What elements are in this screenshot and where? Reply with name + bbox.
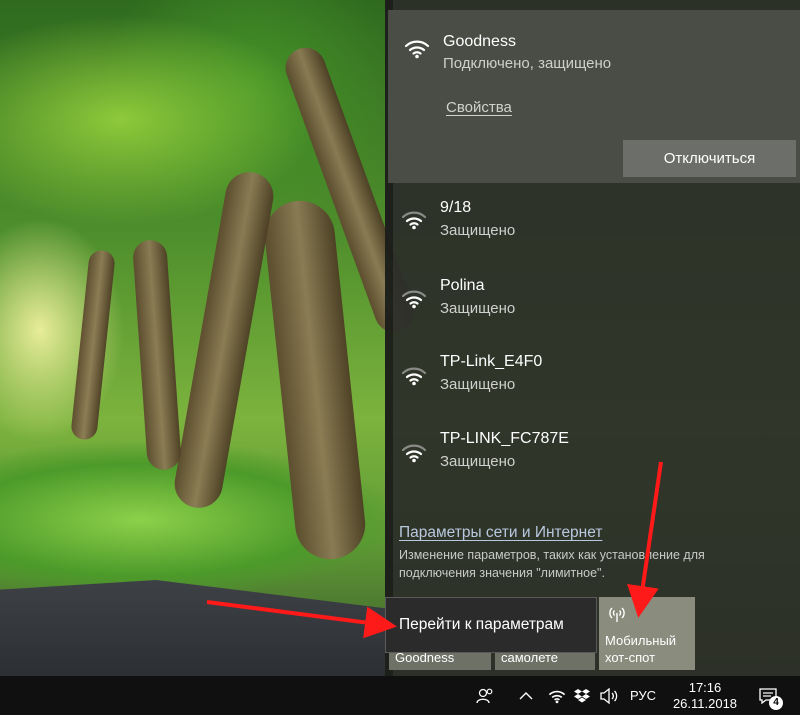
network-status: Защищено	[440, 453, 516, 470]
people-icon[interactable]	[472, 676, 498, 715]
wifi-icon[interactable]	[547, 676, 567, 715]
network-settings-description: Изменение параметров, таких как установл…	[399, 548, 705, 580]
notification-count-badge: 4	[769, 696, 783, 710]
network-properties-link[interactable]: Свойства	[446, 99, 512, 116]
tile-label: Мобильный хот-спот	[605, 633, 677, 665]
wifi-signal-icon	[401, 211, 427, 230]
network-status: Защищено	[440, 300, 516, 317]
dropbox-icon[interactable]	[572, 676, 592, 715]
wifi-signal-icon	[401, 444, 427, 463]
clock-time: 17:16	[688, 680, 722, 695]
network-list-item[interactable]: Polina Защищено	[385, 272, 800, 342]
network-status: Защищено	[440, 376, 516, 393]
network-list-item[interactable]: TP-LINK_FC787E Защищено	[385, 426, 800, 496]
input-language-indicator[interactable]: РУС	[630, 676, 656, 715]
clock-date: 26.11.2018	[672, 696, 738, 711]
wifi-flyout: Goodness Подключено, защищено Свойства О…	[385, 0, 800, 676]
mobile-hotspot-quick-tile[interactable]: Мобильный хот-спот	[599, 597, 695, 670]
wallpaper-tree-trunk	[70, 249, 116, 441]
network-list-item[interactable]: TP-Link_E4F0 Защищено	[385, 349, 800, 419]
connected-network-status: Подключено, защищено	[443, 55, 612, 72]
disconnect-button[interactable]: Отключиться	[623, 140, 796, 177]
chevron-up-icon[interactable]	[516, 676, 536, 715]
tooltip-text: Перейти к параметрам	[399, 616, 564, 633]
network-name: TP-LINK_FC787E	[440, 430, 569, 447]
network-name: Polina	[440, 277, 485, 294]
hotspot-icon	[609, 607, 625, 622]
go-to-settings-tooltip: Перейти к параметрам	[385, 597, 597, 653]
taskbar: РУС 17:16 26.11.2018	[0, 676, 800, 715]
taskbar-clock[interactable]: 17:16 26.11.2018	[668, 680, 742, 712]
connected-network-card[interactable]: Goodness Подключено, защищено Свойства О…	[388, 10, 800, 183]
wifi-signal-icon	[401, 367, 427, 386]
network-name: 9/18	[440, 199, 472, 216]
network-list-item[interactable]: 9/18 Защищено	[385, 193, 800, 263]
network-settings-link[interactable]: Параметры сети и Интернет	[399, 524, 602, 542]
connected-network-name: Goodness	[443, 33, 516, 50]
wifi-signal-icon	[404, 40, 430, 59]
wifi-signal-icon	[401, 290, 427, 309]
volume-icon[interactable]	[598, 676, 620, 715]
network-status: Защищено	[440, 222, 516, 239]
network-name: TP-Link_E4F0	[440, 353, 543, 370]
wallpaper-road	[0, 580, 390, 676]
